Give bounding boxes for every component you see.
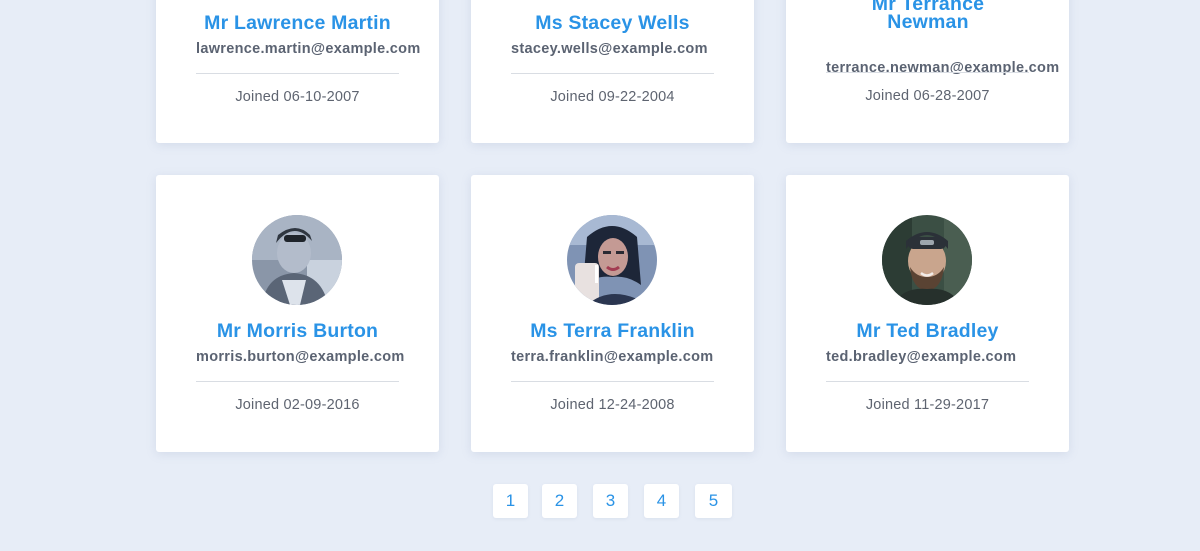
- user-card[interactable]: Mr Morris Burton morris.burton@example.c…: [156, 175, 439, 452]
- user-joined-date: Joined 06-28-2007: [865, 88, 990, 104]
- avatar: [252, 215, 342, 305]
- divider: [826, 381, 1029, 382]
- divider: [196, 381, 399, 382]
- user-name: Mr Terrance Newman: [828, 0, 1028, 33]
- page-button-4[interactable]: 4: [644, 484, 679, 518]
- divider: [511, 73, 714, 74]
- user-email: morris.burton@example.com: [196, 349, 405, 365]
- avatar: [567, 215, 657, 305]
- user-card[interactable]: Mr Ted Bradley ted.bradley@example.com J…: [786, 175, 1069, 452]
- user-name: Mr Ted Bradley: [856, 320, 999, 342]
- user-email: ted.bradley@example.com: [826, 349, 1017, 365]
- user-name-line: Newman: [887, 11, 969, 33]
- user-card[interactable]: Mr Terrance Newman terrance.newman@examp…: [786, 0, 1069, 143]
- user-email: terra.franklin@example.com: [511, 349, 714, 365]
- avatar-photo-icon: [567, 215, 657, 305]
- divider: [826, 72, 1029, 73]
- page-button-5[interactable]: 5: [695, 484, 732, 518]
- user-email: lawrence.martin@example.com: [196, 41, 421, 57]
- user-joined-date: Joined 06-10-2007: [235, 89, 360, 105]
- pagination: 1 2 3 4 5: [0, 484, 1200, 518]
- user-name: Mr Morris Burton: [216, 320, 379, 342]
- user-joined-date: Joined 09-22-2004: [550, 89, 675, 105]
- page-button-2[interactable]: 2: [542, 484, 577, 518]
- user-name: Ms Stacey Wells: [535, 12, 690, 34]
- user-email: terrance.newman@example.com: [826, 60, 1060, 76]
- user-joined-date: Joined 12-24-2008: [550, 397, 675, 413]
- avatar-photo-icon: [252, 215, 342, 305]
- avatar: [882, 215, 972, 305]
- user-joined-date: Joined 11-29-2017: [865, 397, 990, 413]
- user-name: Mr Lawrence Martin: [204, 12, 391, 34]
- user-card[interactable]: Mr Lawrence Martin lawrence.martin@examp…: [156, 0, 439, 143]
- user-joined-date: Joined 02-09-2016: [235, 397, 360, 413]
- avatar-photo-icon: [882, 215, 972, 305]
- user-email: stacey.wells@example.com: [511, 41, 708, 57]
- user-card[interactable]: Ms Stacey Wells stacey.wells@example.com…: [471, 0, 754, 143]
- user-card[interactable]: Ms Terra Franklin terra.franklin@example…: [471, 175, 754, 452]
- user-name: Ms Terra Franklin: [530, 320, 695, 342]
- page-button-3[interactable]: 3: [593, 484, 628, 518]
- divider: [196, 73, 399, 74]
- page-button-1[interactable]: 1: [493, 484, 528, 518]
- divider: [511, 381, 714, 382]
